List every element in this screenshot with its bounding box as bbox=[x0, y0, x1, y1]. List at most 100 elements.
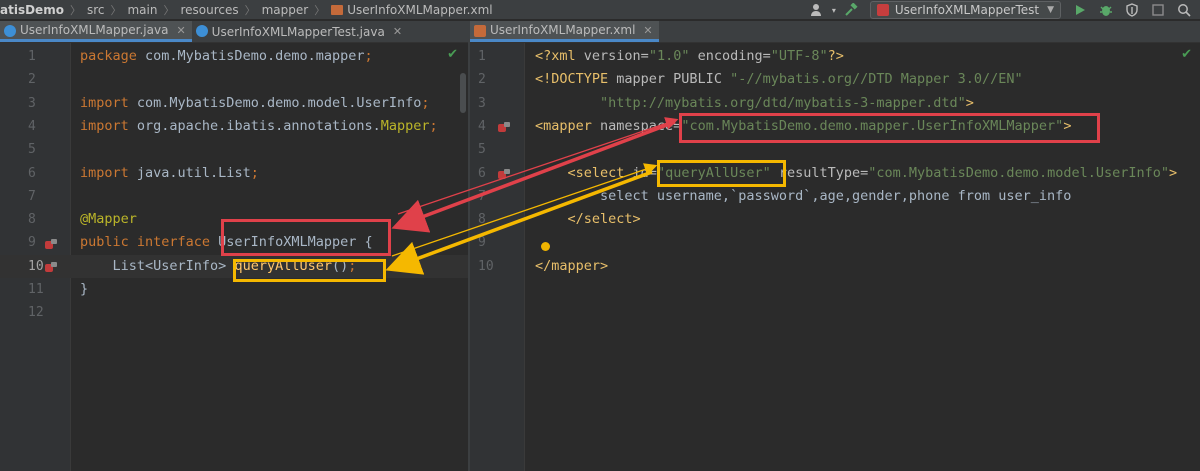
breadcrumb-separator: 〉 bbox=[244, 3, 256, 17]
code-line[interactable]: import java.util.List; bbox=[80, 162, 259, 185]
code-token: <select bbox=[535, 164, 633, 181]
line-number: 2 bbox=[28, 72, 36, 88]
code-token: ; bbox=[250, 164, 259, 181]
code-line[interactable]: <select id="queryAllUser" resultType="co… bbox=[535, 162, 1178, 185]
code-line[interactable]: <!DOCTYPE mapper PUBLIC "-//mybatis.org/… bbox=[535, 68, 1023, 91]
code-token: ; bbox=[421, 94, 430, 111]
line-number: 10 bbox=[28, 258, 44, 274]
code-token: <mapper bbox=[535, 117, 601, 134]
line-number: 9 bbox=[478, 235, 486, 251]
tab-userinfoxmlmapper-java[interactable]: UserInfoXMLMapper.java ✕ bbox=[0, 21, 192, 42]
code-token: > bbox=[1169, 164, 1178, 181]
run-configuration-label: UserInfoXMLMapperTest bbox=[894, 3, 1040, 17]
code-line[interactable]: public interface UserInfoXMLMapper { bbox=[80, 231, 373, 254]
breadcrumb-separator: 〉 bbox=[110, 3, 122, 17]
code-token: ; bbox=[364, 48, 373, 64]
code-line[interactable]: } bbox=[80, 278, 88, 301]
navigation-bar: atisDemo 〉 src 〉 main 〉 resources 〉 mapp… bbox=[0, 0, 1200, 20]
code-token: @Mapper bbox=[80, 211, 137, 228]
line-number: 4 bbox=[478, 118, 486, 134]
code-token: public interface bbox=[80, 234, 219, 251]
code-token: encoding= bbox=[697, 48, 771, 64]
toolbar: ▾ UserInfoXMLMapperTest ▼ bbox=[804, 0, 1200, 20]
code-token: ?> bbox=[827, 48, 844, 64]
code-token: import bbox=[80, 117, 137, 134]
code-token: select username,`password`,age,gender,ph… bbox=[535, 187, 1072, 204]
check-icon: ✔ bbox=[447, 47, 458, 62]
code-token: ; bbox=[348, 257, 357, 274]
line-number: 4 bbox=[28, 118, 36, 134]
code-token: List<UserInfo> bbox=[80, 257, 235, 274]
breadcrumb-item-resources[interactable]: resources bbox=[180, 3, 238, 17]
line-number: 6 bbox=[478, 165, 486, 181]
code-token: import bbox=[80, 164, 137, 181]
tab-userinfoxmlmappertest-java[interactable]: UserInfoXMLMapperTest.java ✕ bbox=[192, 21, 408, 42]
search-icon[interactable] bbox=[1176, 2, 1192, 18]
code-token: </select> bbox=[535, 211, 641, 228]
line-number: 9 bbox=[28, 235, 36, 251]
code-token: "-//mybatis.org//DTD Mapper 3.0//EN" bbox=[730, 71, 1023, 88]
code-token: import bbox=[80, 94, 137, 111]
lightbulb-icon[interactable] bbox=[541, 242, 550, 251]
code-token: > bbox=[1063, 117, 1072, 134]
code-token: org.apache.ibatis.annotations. bbox=[136, 117, 381, 134]
tab-userinfoxmlmapper-xml[interactable]: UserInfoXMLMapper.xml ✕ bbox=[470, 21, 659, 42]
breadcrumb-item-file[interactable]: UserInfoXMLMapper.xml bbox=[347, 3, 492, 17]
code-line[interactable]: <?xml version="1.0" encoding="UTF-8"?> bbox=[535, 45, 844, 68]
code-token: com.MybatisDemo.demo.model.UserInfo bbox=[136, 94, 422, 111]
code-line[interactable]: import org.apache.ibatis.annotations.Map… bbox=[80, 115, 438, 138]
breadcrumb-separator: 〉 bbox=[69, 3, 81, 17]
code-token: mapper PUBLIC bbox=[616, 71, 731, 88]
close-icon[interactable]: ✕ bbox=[176, 24, 185, 37]
code-line[interactable]: @Mapper bbox=[80, 208, 137, 231]
line-number: 7 bbox=[28, 188, 36, 204]
line-number: 7 bbox=[478, 188, 486, 204]
java-editor[interactable]: ✔ package com.MybatisDemo.demo.mapper; im… bbox=[0, 43, 468, 471]
run-icon[interactable] bbox=[1072, 2, 1088, 18]
coverage-icon[interactable] bbox=[1124, 2, 1140, 18]
debug-icon[interactable] bbox=[1098, 2, 1114, 18]
code-line[interactable]: List<UserInfo> queryAllUser(); bbox=[80, 255, 357, 278]
breadcrumb-item-src[interactable]: src bbox=[87, 3, 105, 17]
line-number: 5 bbox=[478, 142, 486, 158]
code-line[interactable]: <mapper namespace="com.MybatisDemo.demo.… bbox=[535, 115, 1071, 138]
xml-editor[interactable]: ✔ <?xml version="1.0" encoding="UTF-8"?>… bbox=[470, 43, 1200, 471]
java-class-icon bbox=[195, 25, 208, 37]
code-line[interactable]: import com.MybatisDemo.demo.model.UserIn… bbox=[80, 92, 430, 115]
line-number: 8 bbox=[478, 212, 486, 228]
code-line[interactable]: select username,`password`,age,gender,ph… bbox=[535, 185, 1071, 208]
scrollbar-thumb[interactable] bbox=[460, 73, 466, 113]
code-token: > bbox=[965, 94, 974, 111]
code-token: version= bbox=[583, 48, 649, 64]
code-token: Mapper bbox=[380, 117, 430, 134]
right-editor-tabs: UserInfoXMLMapper.xml ✕ bbox=[470, 21, 1200, 43]
tab-label: UserInfoXMLMapper.xml bbox=[490, 23, 636, 37]
line-number: 5 bbox=[28, 142, 36, 158]
code-line[interactable]: </select> bbox=[535, 208, 641, 231]
tab-label: UserInfoXMLMapperTest.java bbox=[211, 24, 385, 39]
xml-file-icon bbox=[474, 25, 486, 37]
close-icon[interactable]: ✕ bbox=[393, 25, 402, 38]
chevron-down-icon[interactable]: ▾ bbox=[830, 2, 838, 18]
line-number: 3 bbox=[478, 95, 486, 111]
code-token: namespace= bbox=[600, 117, 682, 134]
mapper-gutter-icon[interactable] bbox=[44, 259, 58, 272]
breadcrumb-item-mapper[interactable]: mapper bbox=[262, 3, 309, 17]
hammer-icon[interactable] bbox=[843, 2, 859, 18]
mapper-gutter-icon[interactable] bbox=[44, 236, 58, 249]
code-line[interactable]: package com.MybatisDemo.demo.mapper; bbox=[80, 45, 373, 68]
breadcrumb-item-project[interactable]: atisDemo bbox=[0, 3, 64, 17]
mapper-gutter-icon[interactable] bbox=[497, 119, 511, 132]
code-token: ; bbox=[429, 117, 438, 134]
code-line[interactable]: "http://mybatis.org/dtd/mybatis-3-mapper… bbox=[535, 92, 974, 115]
code-token: "com.MybatisDemo.demo.model.UserInfo" bbox=[868, 164, 1169, 181]
mapper-gutter-icon[interactable] bbox=[497, 166, 511, 179]
breadcrumb-item-main[interactable]: main bbox=[127, 3, 157, 17]
code-line[interactable]: </mapper> bbox=[535, 255, 608, 278]
close-icon[interactable]: ✕ bbox=[643, 24, 652, 37]
code-token: java.util.List bbox=[136, 164, 251, 181]
line-number: 8 bbox=[28, 212, 36, 228]
run-configuration-select[interactable]: UserInfoXMLMapperTest ▼ bbox=[869, 1, 1061, 19]
stop-icon[interactable] bbox=[1150, 2, 1166, 18]
user-icon[interactable] bbox=[809, 2, 825, 18]
